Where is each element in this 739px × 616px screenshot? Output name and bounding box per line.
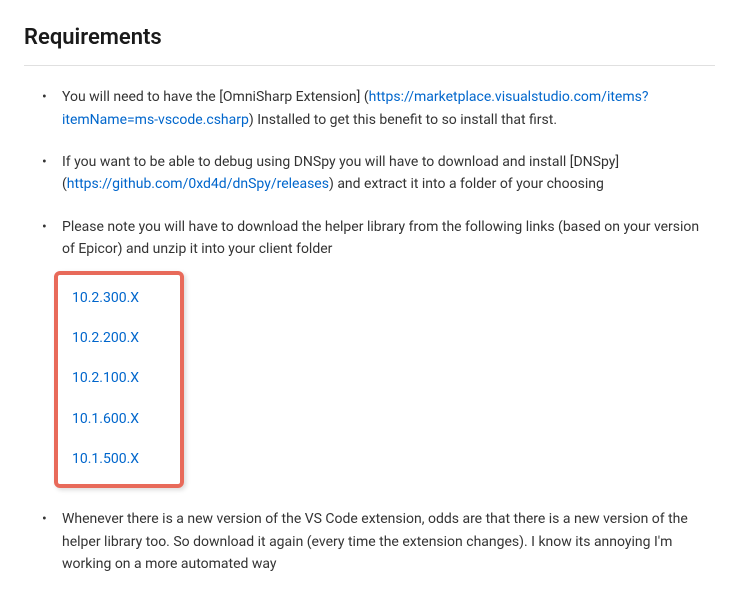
version-links-box: 10.2.300.X 10.2.200.X 10.2.100.X 10.1.60… [54, 271, 184, 489]
list-item-text: You will need to have the [OmniSharp Ext… [62, 89, 648, 127]
list-item-text: Whenever there is a new version of the V… [62, 511, 688, 572]
section-divider [24, 65, 715, 66]
version-link[interactable]: 10.1.600.X [72, 408, 166, 430]
dnspy-releases-link[interactable]: https://github.com/0xd4d/dnSpy/releases [67, 176, 329, 192]
text-post: ) Installed to get this benefit to so in… [249, 112, 557, 128]
requirements-list: You will need to have the [OmniSharp Ext… [24, 86, 715, 575]
list-item: You will need to have the [OmniSharp Ext… [32, 86, 715, 131]
text-post: ) and extract it into a folder of your c… [329, 176, 604, 192]
text-pre: You will need to have the [OmniSharp Ext… [62, 89, 369, 105]
list-item: Please note you will have to download th… [32, 216, 715, 489]
version-link[interactable]: 10.2.100.X [72, 367, 166, 389]
list-item-text: If you want to be able to debug using DN… [62, 154, 619, 192]
list-item: Whenever there is a new version of the V… [32, 508, 715, 575]
version-link[interactable]: 10.2.300.X [72, 287, 166, 309]
version-link[interactable]: 10.2.200.X [72, 327, 166, 349]
list-item: If you want to be able to debug using DN… [32, 151, 715, 196]
section-heading: Requirements [24, 20, 715, 55]
version-link[interactable]: 10.1.500.X [72, 448, 166, 470]
list-item-text: Please note you will have to download th… [62, 219, 699, 257]
